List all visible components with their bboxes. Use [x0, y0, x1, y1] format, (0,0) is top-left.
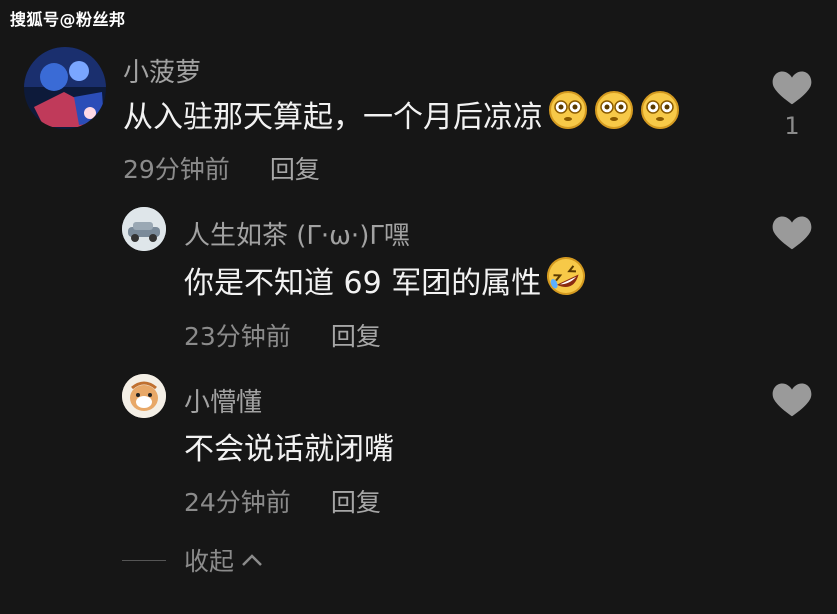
avatar[interactable]	[122, 374, 166, 418]
comment-meta: 24分钟前 回复	[184, 483, 381, 519]
chevron-up-icon	[242, 554, 262, 566]
timestamp: 24分钟前	[184, 488, 291, 517]
comment-text: 从入驻那天算起，一个月后凉凉	[123, 90, 681, 138]
like-button[interactable]: 1	[770, 68, 814, 140]
like-button[interactable]	[770, 380, 814, 418]
collapse-label: 收起	[184, 547, 235, 576]
username[interactable]: 小懵懂	[184, 382, 262, 419]
flushed-face-icon	[639, 90, 681, 138]
comment-meta: 29分钟前 回复	[123, 150, 320, 186]
like-count: 1	[784, 112, 800, 140]
comment-meta: 23分钟前 回复	[184, 317, 381, 353]
username[interactable]: 人生如茶 (Γ·ω·)Γ嘿	[184, 215, 410, 252]
heart-icon	[772, 71, 812, 105]
reply-button[interactable]: 回复	[270, 150, 320, 186]
flushed-face-icon	[547, 90, 589, 138]
username[interactable]: 小菠萝	[123, 52, 201, 89]
reply-button[interactable]: 回复	[331, 317, 381, 353]
heart-icon	[772, 216, 812, 250]
comment-text: 不会说话就闭嘴	[184, 424, 394, 468]
avatar[interactable]	[24, 47, 106, 129]
like-button[interactable]	[770, 213, 814, 251]
avatar[interactable]	[122, 207, 166, 251]
reply-button[interactable]: 回复	[331, 483, 381, 519]
collapse-replies-button[interactable]: 收起	[122, 542, 264, 578]
rolling-laughing-icon	[545, 256, 587, 304]
comment-text: 你是不知道 69 军团的属性	[184, 256, 587, 304]
timestamp: 29分钟前	[123, 155, 230, 184]
flushed-face-icon	[593, 90, 635, 138]
timestamp: 23分钟前	[184, 322, 291, 351]
watermark: 搜狐号@粉丝邦	[10, 10, 126, 29]
comment-text-body: 你是不知道 69 军团的属性	[184, 266, 542, 301]
comment-text-body: 不会说话就闭嘴	[184, 432, 394, 467]
comment-text-body: 从入驻那天算起，一个月后凉凉	[123, 100, 543, 135]
heart-icon	[772, 383, 812, 417]
divider	[122, 559, 166, 561]
